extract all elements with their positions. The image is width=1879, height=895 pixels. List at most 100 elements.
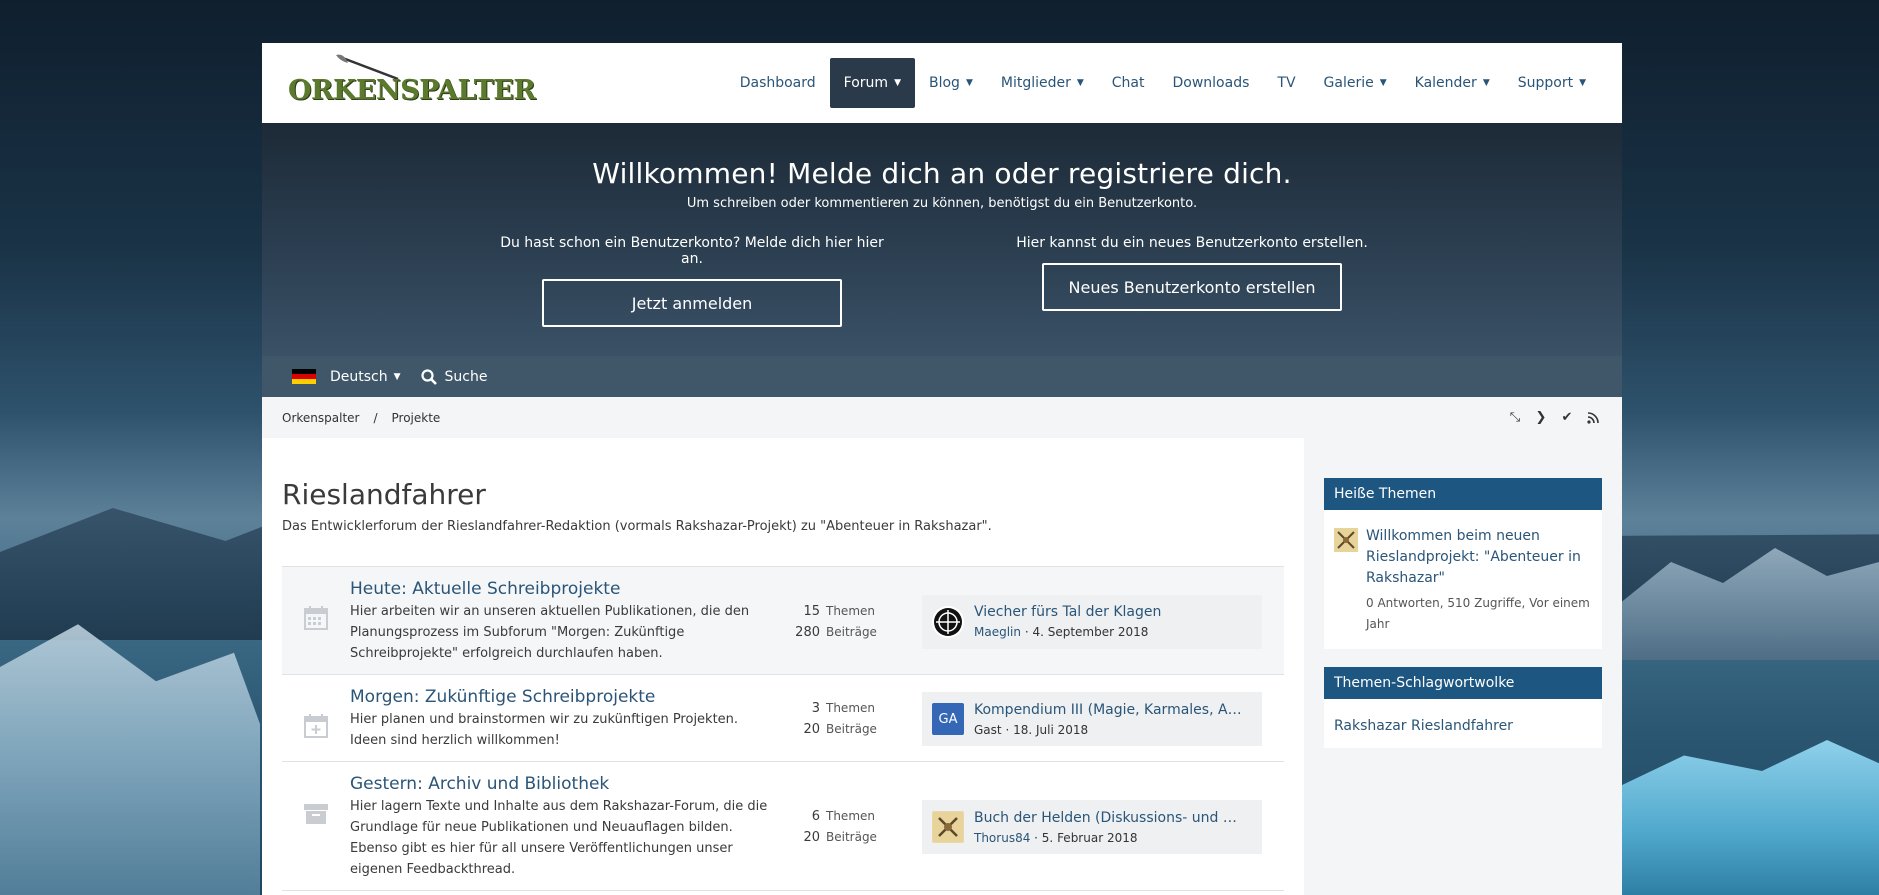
page-shell: ORKENSPALTER Dashboard Forum ▼ Blog ▼ Mitg…: [262, 43, 1622, 895]
compress-icon[interactable]: ⤡: [1508, 410, 1522, 425]
board-row: Heute: Aktuelle Schreibprojekte Hier arb…: [282, 567, 1284, 675]
nav-dashboard[interactable]: Dashboard: [726, 58, 830, 108]
board-title[interactable]: Heute: Aktuelle Schreibprojekte: [350, 579, 770, 599]
last-post-info: Buch der Helden (Diskussions- und Feedb……: [974, 810, 1244, 845]
nav-support[interactable]: Support ▼: [1504, 58, 1600, 108]
nav-tv[interactable]: TV: [1263, 58, 1309, 108]
archive-icon: [282, 774, 350, 880]
nav-blog[interactable]: Blog ▼: [915, 58, 987, 108]
posts-count: 20: [803, 830, 820, 845]
nav-galerie-label: Galerie: [1323, 75, 1374, 91]
chevron-down-icon: ▼: [1482, 78, 1490, 88]
welcome-hero: Willkommen! Melde dich an oder registrie…: [262, 123, 1622, 356]
last-post: Buch der Helden (Diskussions- und Feedb……: [922, 800, 1262, 854]
calendar-icon: [282, 579, 350, 664]
board-title[interactable]: Morgen: Zukünftige Schreibprojekte: [350, 687, 770, 707]
page-description: Das Entwicklerforum der Rieslandfahrer-R…: [282, 519, 992, 534]
hot-topics-box: Heiße Themen Willkommen beim neuen Riesl…: [1324, 478, 1602, 649]
board-body: Heute: Aktuelle Schreibprojekte Hier arb…: [350, 579, 770, 664]
last-post-date: · 18. Juli 2018: [1005, 722, 1089, 737]
board-body: Gestern: Archiv und Bibliothek Hier lage…: [350, 774, 770, 880]
nav-chat-label: Chat: [1111, 75, 1145, 91]
nav-forum[interactable]: Forum ▼: [829, 58, 915, 108]
last-post-date: · 5. Februar 2018: [1034, 830, 1138, 845]
posts-count: 280: [795, 624, 820, 640]
nav-tv-label: TV: [1277, 75, 1296, 91]
board-stats: 3 Themen 20 Beiträge: [770, 687, 892, 751]
last-post-user: Gast: [974, 722, 1002, 737]
hot-topic-title[interactable]: Willkommen beim neuen Rieslandprojekt: "…: [1366, 526, 1592, 589]
last-post-title[interactable]: Viecher fürs Tal der Klagen: [974, 604, 1244, 620]
last-post-meta: Gast · 18. Juli 2018: [974, 723, 1244, 737]
posts-label: Beiträge: [826, 624, 877, 639]
german-flag-icon: [292, 368, 316, 385]
nav-downloads[interactable]: Downloads: [1159, 58, 1264, 108]
board-title[interactable]: Gestern: Archiv und Bibliothek: [350, 774, 770, 794]
board-stats: 6 Themen 20 Beiträge: [770, 774, 892, 880]
topics-count: 15: [803, 603, 820, 619]
avatar[interactable]: [1334, 528, 1358, 552]
language-selector[interactable]: Deutsch ▼: [330, 369, 401, 385]
hot-topic-meta: 0 Antworten, 510 Zugriffe, Vor einem Jah…: [1366, 596, 1590, 631]
login-column: Du hast schon ein Benutzerkonto? Melde d…: [497, 235, 887, 327]
hero-title: Willkommen! Melde dich an oder registrie…: [592, 157, 1292, 190]
avatar[interactable]: [932, 811, 964, 843]
chevron-right-icon[interactable]: ❯: [1534, 410, 1548, 425]
search-button[interactable]: Suche: [420, 369, 488, 385]
breadcrumb-home[interactable]: Orkenspalter: [282, 411, 359, 425]
check-icon[interactable]: ✔: [1560, 410, 1574, 425]
login-text: Du hast schon ein Benutzerkonto? Melde d…: [500, 235, 884, 267]
calendar-plus-icon: [282, 687, 350, 751]
chevron-down-icon: ▼: [965, 78, 973, 88]
nav-mitglieder[interactable]: Mitglieder ▼: [987, 58, 1098, 108]
last-post: Viecher fürs Tal der Klagen Maeglin · 4.…: [922, 594, 1262, 649]
topics-label: Themen: [826, 701, 875, 715]
nav-support-label: Support: [1517, 75, 1574, 91]
register-button[interactable]: Neues Benutzerkonto erstellen: [1042, 263, 1342, 311]
topics-label: Themen: [826, 603, 875, 618]
board-list: Heute: Aktuelle Schreibprojekte Hier arb…: [282, 566, 1284, 891]
register-text: Hier kannst du ein neues Benutzerkonto e…: [1016, 235, 1368, 251]
hot-topic-text: Willkommen beim neuen Rieslandprojekt: "…: [1366, 526, 1592, 635]
chevron-down-icon: ▼: [1379, 78, 1387, 88]
nav-chat[interactable]: Chat: [1098, 58, 1159, 108]
breadcrumb-trail: Orkenspalter / Projekte: [282, 411, 440, 425]
last-post-user[interactable]: Maeglin: [974, 625, 1021, 639]
board-description: Hier planen und brainstormen wir zu zukü…: [350, 712, 739, 748]
content: Rieslandfahrer Das Entwicklerforum der R…: [262, 438, 1304, 895]
site-logo[interactable]: ORKENSPALTER: [288, 53, 536, 113]
hero-actions: Du hast schon ein Benutzerkonto? Melde d…: [262, 235, 1622, 327]
sidebar: Heiße Themen Willkommen beim neuen Riesl…: [1304, 438, 1622, 895]
posts-label: Beiträge: [826, 830, 877, 844]
rss-icon[interactable]: [1586, 411, 1600, 425]
breadcrumb-separator: /: [373, 410, 378, 425]
site-header: ORKENSPALTER Dashboard Forum ▼ Blog ▼ Mitg…: [262, 43, 1622, 123]
logo-text: ORKENSPALTER: [288, 75, 536, 106]
main-nav: Dashboard Forum ▼ Blog ▼ Mitglieder ▼ Chat …: [726, 58, 1600, 108]
nav-kalender[interactable]: Kalender ▼: [1401, 58, 1504, 108]
last-post-info: Kompendium III (Magie, Karmales, Alche… …: [974, 702, 1244, 737]
nav-dashboard-label: Dashboard: [739, 75, 816, 91]
avatar[interactable]: GA: [932, 703, 964, 735]
chevron-down-icon: ▼: [1076, 78, 1084, 88]
avatar[interactable]: [932, 605, 964, 638]
main-area: Rieslandfahrer Das Entwicklerforum der R…: [262, 438, 1622, 895]
topics-count: 3: [811, 701, 820, 716]
board-description: Hier lagern Texte und Inhalte aus dem Ra…: [350, 799, 768, 877]
board-description: Hier arbeiten wir an unseren aktuellen P…: [350, 604, 750, 661]
hot-topics-body: Willkommen beim neuen Rieslandprojekt: "…: [1324, 510, 1602, 649]
breadcrumb-current[interactable]: Projekte: [392, 411, 441, 425]
tag-link[interactable]: Rakshazar Rieslandfahrer: [1334, 718, 1513, 734]
last-post-info: Viecher fürs Tal der Klagen Maeglin · 4.…: [974, 604, 1244, 639]
nav-galerie[interactable]: Galerie ▼: [1310, 58, 1401, 108]
chevron-down-icon: ▼: [1579, 78, 1586, 88]
last-post-user[interactable]: Thorus84: [974, 831, 1030, 845]
login-button[interactable]: Jetzt anmelden: [542, 279, 842, 327]
last-post-title[interactable]: Kompendium III (Magie, Karmales, Alche…: [974, 702, 1244, 718]
tag-cloud-title: Themen-Schlagwortwolke: [1324, 667, 1602, 699]
last-post-title[interactable]: Buch der Helden (Diskussions- und Feedb…: [974, 810, 1244, 826]
language-bar: Deutsch ▼ Suche: [262, 356, 1622, 397]
nav-downloads-label: Downloads: [1172, 75, 1250, 91]
last-post-meta: Maeglin · 4. September 2018: [974, 625, 1244, 639]
last-post: GA Kompendium III (Magie, Karmales, Alch…: [922, 692, 1262, 746]
